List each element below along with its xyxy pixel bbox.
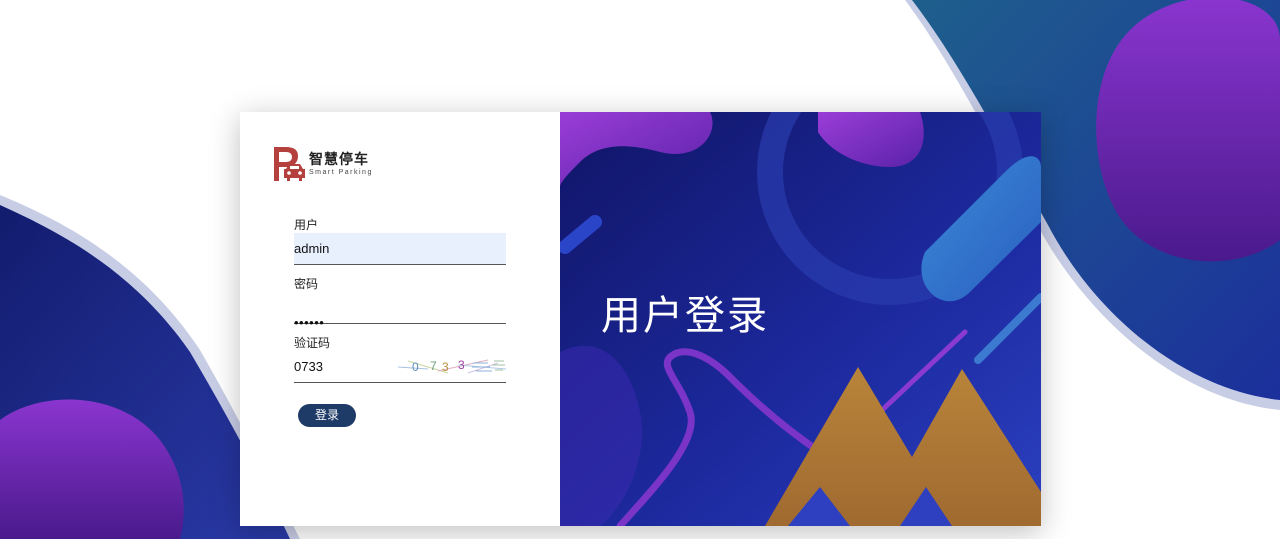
- brand-name: 智慧停车: [309, 151, 369, 167]
- password-field: 密码 ••••••: [294, 276, 506, 330]
- captcha-char-1: 0: [412, 360, 419, 374]
- username-label: 用户: [294, 218, 319, 232]
- password-label: 密码: [294, 277, 319, 291]
- login-button[interactable]: 登录: [298, 404, 356, 427]
- username-input[interactable]: [294, 233, 506, 265]
- parking-car-icon: [274, 147, 305, 181]
- hero-title: 用户登录: [601, 294, 769, 338]
- brand-subtitle: Smart Parking: [309, 169, 373, 176]
- login-form-pane: 智慧停车 Smart Parking 用户 密码 •••••• 验证码 0: [240, 112, 560, 526]
- captcha-image[interactable]: 0 7 3 3: [398, 355, 506, 377]
- password-masked-value: ••••••: [294, 315, 325, 330]
- captcha-field: 验证码 0 7 3 3: [294, 335, 506, 383]
- password-input[interactable]: ••••••: [294, 292, 506, 330]
- hero-pane: 用户登录: [560, 112, 1041, 526]
- captcha-char-3: 3: [442, 360, 449, 374]
- captcha-label: 验证码: [294, 336, 331, 350]
- username-field: 用户: [294, 217, 506, 265]
- captcha-char-2: 7: [430, 359, 437, 373]
- captcha-char-4: 3: [458, 358, 465, 372]
- brand-logo: 智慧停车 Smart Parking: [272, 145, 373, 183]
- login-card: 智慧停车 Smart Parking 用户 密码 •••••• 验证码 0: [240, 112, 1041, 526]
